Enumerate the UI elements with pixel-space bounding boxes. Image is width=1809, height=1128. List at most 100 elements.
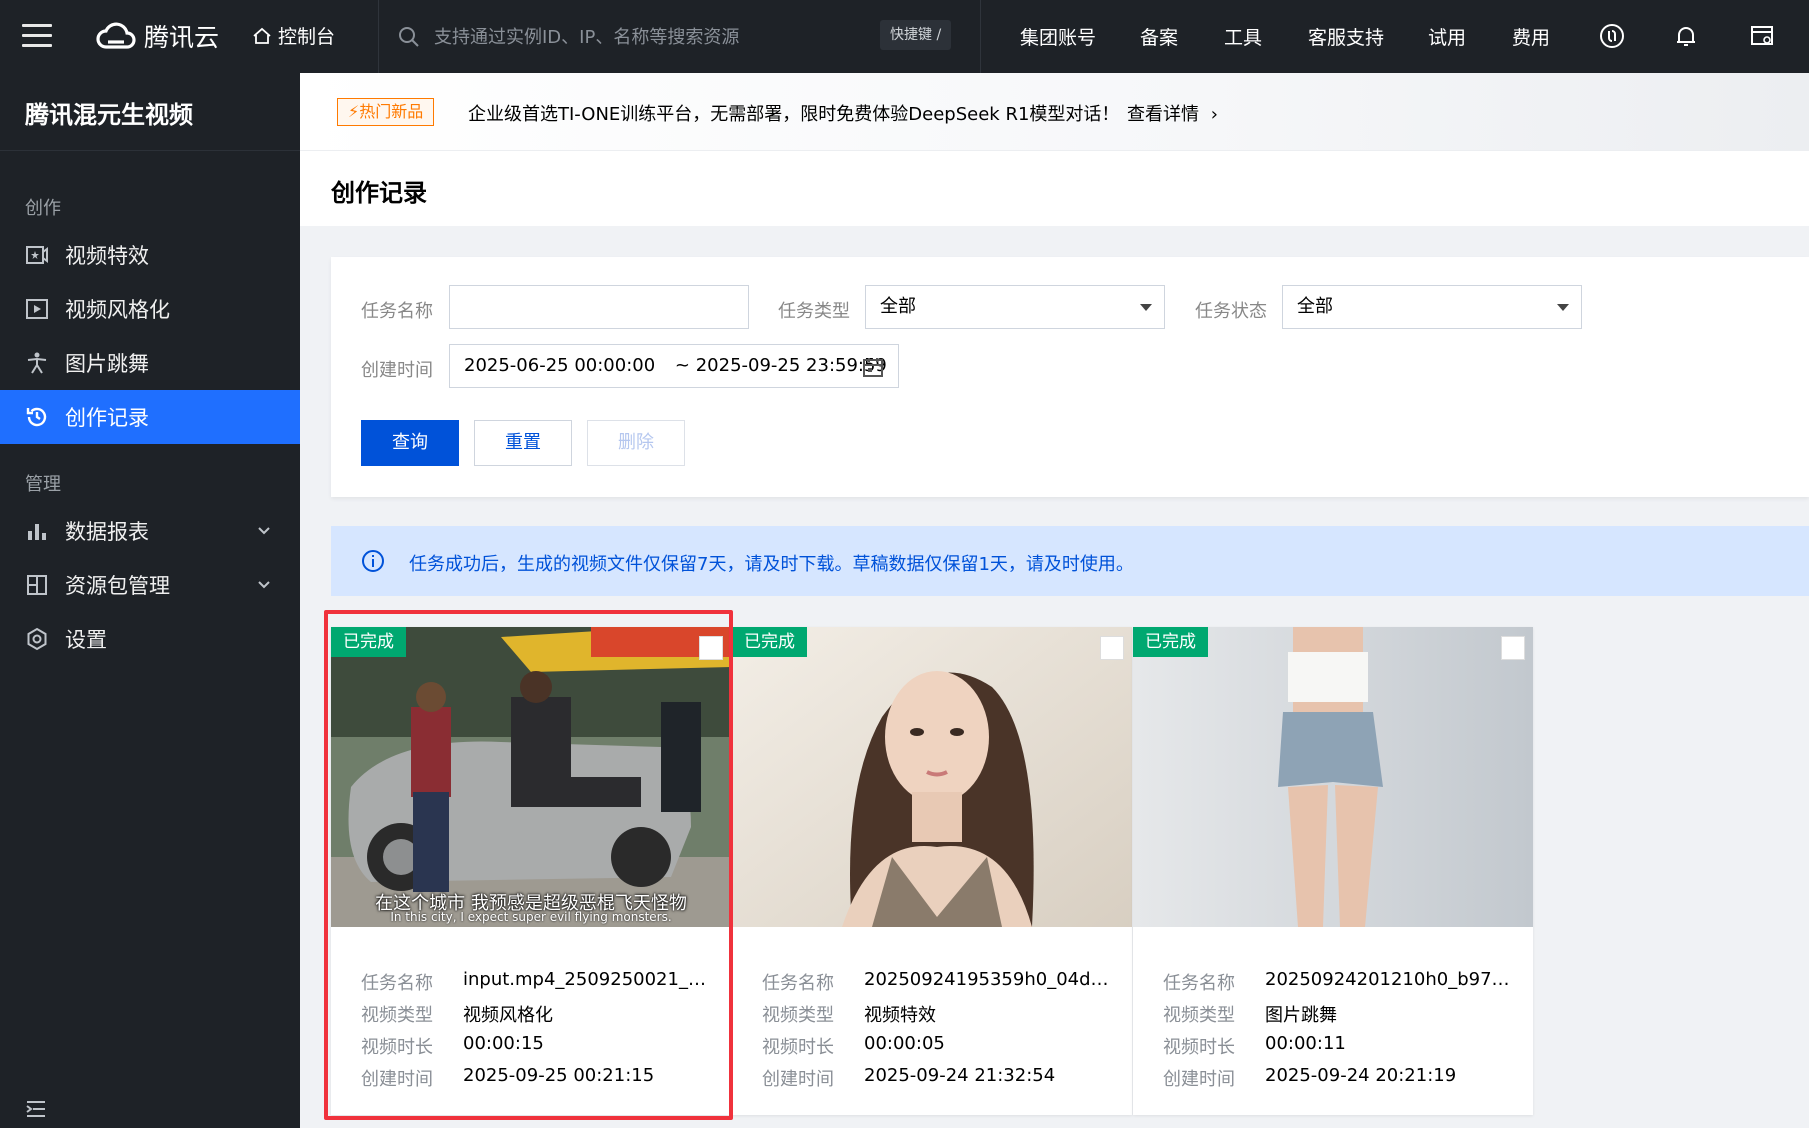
sidebar-item-label: 视频风格化 <box>65 298 170 322</box>
nav-group-account[interactable]: 集团账号 <box>1020 23 1096 50</box>
reset-button[interactable]: 重置 <box>474 420 572 466</box>
sidebar-item-settings[interactable]: 设置 <box>0 612 300 666</box>
task-type-select[interactable]: 全部 <box>865 285 1165 329</box>
console-label: 控制台 <box>278 26 336 48</box>
task-name-key: 任务名称 <box>1163 973 1235 994</box>
sidebar-item-creation-history[interactable]: 创作记录 <box>0 390 300 444</box>
task-name-key: 任务名称 <box>762 973 834 994</box>
shortcut-key-badge[interactable]: 快捷键 / <box>880 20 952 50</box>
sidebar-item-video-stylize[interactable]: 视频风格化 <box>0 282 300 336</box>
sidebar-item-label: 创作记录 <box>65 406 149 430</box>
sidebar-item-label: 数据报表 <box>65 520 149 544</box>
created-time-key: 创建时间 <box>1163 1069 1235 1090</box>
sidebar-item-data-reports[interactable]: 数据报表 <box>0 504 300 558</box>
chevron-down-icon <box>258 527 270 535</box>
video-type-key: 视频类型 <box>1163 1005 1235 1026</box>
full-body-thumbnail <box>1133 627 1533 927</box>
video-thumbnail[interactable]: 已完成 <box>732 627 1132 927</box>
select-checkbox[interactable] <box>1501 636 1525 660</box>
video-thumbnail[interactable]: 已完成 <box>1133 627 1533 927</box>
task-name-key: 任务名称 <box>361 973 433 994</box>
video-play-icon <box>25 297 49 321</box>
task-name-value: input.mp4_2509250021_… <box>463 969 706 990</box>
promo-banner: ⚡热门新品 企业级首选TI-ONE训练平台，无需部署，限时免费体验DeepSee… <box>300 73 1809 150</box>
settings-icon <box>25 627 49 651</box>
calendar-icon <box>863 358 883 377</box>
video-subtitle-english: In this city, I expect super evil flying… <box>390 910 672 924</box>
nav-support[interactable]: 客服支持 <box>1308 23 1384 50</box>
task-card[interactable]: 在这个城市 我预感是超级恶棍飞天怪物 In this city, I expec… <box>331 627 731 1115</box>
video-type-value: 视频特效 <box>864 1005 936 1026</box>
video-duration-value: 00:00:11 <box>1265 1033 1346 1054</box>
logo-text: 腾讯云 <box>144 23 220 52</box>
video-type-value: 图片跳舞 <box>1265 1005 1337 1026</box>
task-type-label: 任务类型 <box>778 301 850 322</box>
console-settings-icon[interactable] <box>1748 22 1776 50</box>
video-duration-key: 视频时长 <box>361 1037 433 1058</box>
task-name-label: 任务名称 <box>361 301 433 322</box>
product-title: 腾讯混元生视频 <box>25 101 193 129</box>
task-card[interactable]: 已完成 任务名称 20250924195359h0_04d… 视频类型 视频特效 视… <box>732 627 1132 1115</box>
banner-text: 企业级首选TI-ONE训练平台，无需部署，限时免费体验DeepSeek R1模型… <box>468 104 1120 125</box>
home-icon <box>253 27 271 44</box>
status-badge: 已完成 <box>732 627 807 657</box>
sidebar-item-label: 视频特效 <box>65 244 149 268</box>
top-navigation-bar: 腾讯云 控制台 快捷键 / 集团账号 备案 工具 客服支持 试用 费用 <box>0 0 1809 73</box>
sidebar-item-label: 设置 <box>65 628 107 652</box>
page-header: 创作记录 <box>300 150 1809 226</box>
hamburger-menu-icon[interactable] <box>22 24 52 48</box>
date-range-picker[interactable]: 2025-06-25 00:00:00 ~ 2025-09-25 23:59:5… <box>449 344 899 388</box>
notice-text: 任务成功后，生成的视频文件仅保留7天，请及时下载。草稿数据仅保留1天，请及时使用… <box>409 554 1134 575</box>
banner-view-details-link[interactable]: 查看详情 › <box>1127 100 1218 126</box>
console-link[interactable]: 控制台 <box>252 22 335 49</box>
task-status-value: 全部 <box>1297 296 1333 317</box>
tencent-cloud-logo[interactable]: 腾讯云 <box>96 18 219 54</box>
group-label-create: 创作 <box>25 198 61 219</box>
nav-icp-filing[interactable]: 备案 <box>1140 23 1178 50</box>
task-card[interactable]: 已完成 任务名称 20250924201210h0_b97… 视频类型 图片跳舞 视… <box>1133 627 1533 1115</box>
sidebar-item-video-effect[interactable]: 视频特效 <box>0 228 300 282</box>
nav-trial[interactable]: 试用 <box>1428 23 1466 50</box>
task-name-input[interactable] <box>449 285 749 329</box>
lightning-icon: ⚡ <box>348 102 360 121</box>
query-button[interactable]: 查询 <box>361 420 459 466</box>
dance-icon <box>25 351 49 375</box>
group-label-manage: 管理 <box>25 474 61 495</box>
create-time-label: 创建时间 <box>361 360 433 381</box>
end-time-value: ~ 2025-09-25 23:59:59 <box>674 355 887 376</box>
task-name-value: 20250924195359h0_04d… <box>864 969 1109 990</box>
video-duration-key: 视频时长 <box>762 1037 834 1058</box>
nav-tools[interactable]: 工具 <box>1224 23 1262 50</box>
hot-new-tag: ⚡热门新品 <box>337 98 435 126</box>
select-checkbox[interactable] <box>699 636 723 660</box>
created-time-value: 2025-09-24 20:21:19 <box>1265 1065 1457 1086</box>
status-badge: 已完成 <box>1133 627 1208 657</box>
sidebar: 腾讯混元生视频 创作 视频特效 视频风格化 图片跳舞 创作记录 管理 数据报表 … <box>0 73 300 1128</box>
task-meta: 任务名称 20250924201210h0_b97… 视频类型 图片跳舞 视频时长 0… <box>1163 969 1523 1097</box>
mini-program-icon[interactable] <box>1598 22 1626 50</box>
search-icon <box>399 27 419 47</box>
video-duration-value: 00:00:15 <box>463 1033 544 1054</box>
created-time-key: 创建时间 <box>361 1069 433 1090</box>
sidebar-item-label: 图片跳舞 <box>65 352 149 376</box>
nav-billing[interactable]: 费用 <box>1512 23 1550 50</box>
view-details-label: 查看详情 <box>1127 104 1199 125</box>
cloud-logo-icon <box>96 22 136 49</box>
video-thumbnail[interactable]: 在这个城市 我预感是超级恶棍飞天怪物 In this city, I expec… <box>331 627 731 927</box>
select-checkbox[interactable] <box>1100 636 1124 660</box>
video-effect-icon <box>25 243 49 267</box>
delete-button[interactable]: 删除 <box>587 420 685 466</box>
divider <box>378 0 379 73</box>
bell-icon[interactable] <box>1672 22 1700 50</box>
street-scene-thumbnail <box>331 627 731 927</box>
video-type-value: 视频风格化 <box>463 1005 553 1026</box>
start-time-value: 2025-06-25 00:00:00 <box>464 355 656 376</box>
resource-search[interactable] <box>398 22 958 52</box>
task-status-select[interactable]: 全部 <box>1282 285 1582 329</box>
search-input[interactable] <box>434 26 874 48</box>
video-duration-value: 00:00:05 <box>864 1033 945 1054</box>
sidebar-item-resource-packages[interactable]: 资源包管理 <box>0 558 300 612</box>
sidebar-item-image-dance[interactable]: 图片跳舞 <box>0 336 300 390</box>
collapse-sidebar-icon[interactable] <box>25 1098 47 1120</box>
video-type-key: 视频类型 <box>762 1005 834 1026</box>
